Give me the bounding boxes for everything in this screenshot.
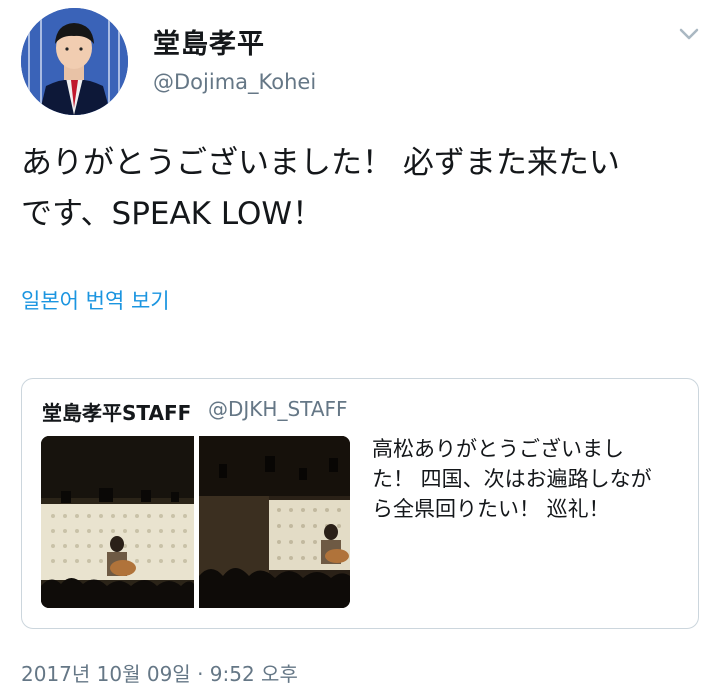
tweet-text-line: です、SPEAK LOW！: [21, 196, 324, 232]
quoted-photo-1[interactable]: [41, 436, 194, 608]
quoted-photo-2[interactable]: [199, 436, 350, 608]
quoted-tweet-text: 高松ありがとうございまし た！ 四国、次はお遍路しなが ら全県回りたい！ 巡礼！: [372, 434, 672, 524]
quoted-tweet-card[interactable]: 堂島孝平STAFF @DJKH_STAFF 高松ありがとうございまし た！ 四国…: [21, 378, 699, 629]
tweet-text-line: ありがとうございました！ 必ずまた来たい: [21, 145, 620, 181]
quoted-text-line: た！ 四国、次はお遍路しなが: [372, 467, 652, 491]
tweet-timestamp[interactable]: 2017년 10월 09일 · 9:52 오후: [21, 658, 298, 687]
chevron-down-icon[interactable]: [678, 26, 700, 42]
concert-photo: [41, 436, 194, 608]
concert-photo: [199, 436, 350, 608]
tweet-text: ありがとうございました！ 必ずまた来たい です、SPEAK LOW！: [21, 138, 701, 240]
author-handle[interactable]: @Dojima_Kohei: [153, 70, 316, 94]
author-avatar[interactable]: [21, 8, 128, 115]
quoted-text-line: ら全県回りたい！ 巡礼！: [372, 497, 610, 521]
translate-link[interactable]: 일본어 번역 보기: [21, 285, 170, 315]
author-display-name[interactable]: 堂島孝平: [153, 22, 265, 61]
quoted-text-line: 高松ありがとうございまし: [372, 437, 624, 461]
quoted-display-name: 堂島孝平STAFF: [42, 401, 192, 425]
avatar-photo: [21, 8, 128, 115]
quoted-handle: @DJKH_STAFF: [208, 397, 348, 421]
